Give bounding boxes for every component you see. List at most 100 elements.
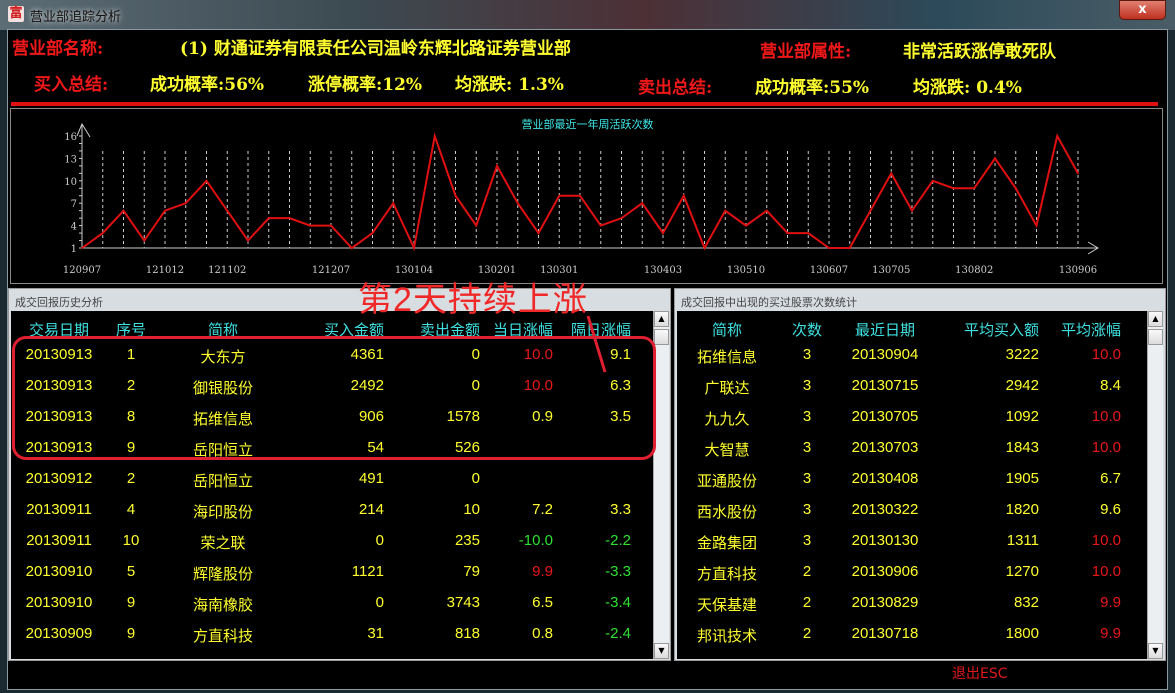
table-cell: 9.9: [532, 563, 553, 580]
column-header[interactable]: 最近日期: [855, 319, 915, 340]
branch-attr-label: 营业部属性:: [760, 42, 852, 62]
data-point: [164, 209, 166, 212]
data-point: [226, 209, 229, 212]
table-row[interactable]: 20130911 4 海印股份 214 10 7.2 3.3: [11, 495, 653, 525]
table-cell: 方直科技: [192, 628, 254, 645]
table-row[interactable]: 邦讯技术 2 20130718 1800 9.9: [677, 619, 1147, 649]
table-cell: 8.4: [1100, 377, 1121, 394]
table-cell: 818: [454, 625, 480, 642]
table-cell: 10.0: [1091, 532, 1121, 549]
table-cell: 0: [375, 532, 384, 549]
data-point: [81, 247, 83, 249]
table-row[interactable]: 亚通股份 3 20130408 1905 6.7: [677, 464, 1147, 494]
column-header[interactable]: 平均买入额: [964, 319, 1039, 340]
table-cell: 海印股份: [192, 504, 254, 521]
table-cell: 0: [471, 470, 480, 487]
table-cell: 辉隆股份: [192, 566, 254, 583]
app-logo-icon: 富: [8, 6, 24, 22]
data-point: [952, 187, 955, 190]
data-point: [101, 232, 104, 234]
stock-count-scrollbar[interactable]: ▲ ▼: [1147, 311, 1163, 659]
table-cell: 5: [126, 563, 136, 580]
data-point: [682, 194, 685, 197]
sell-summary-label: 卖出总结:: [638, 78, 713, 98]
scroll-thumb[interactable]: [654, 329, 669, 345]
table-cell: 天保基建: [696, 597, 758, 614]
data-point: [516, 202, 519, 204]
data-point: [1014, 187, 1017, 190]
window-title: 营业部追踪分析: [30, 10, 122, 25]
table-cell: 20130715: [851, 377, 919, 394]
x-tick-label: 121102: [208, 265, 246, 276]
table-cell: 20130408: [851, 470, 919, 487]
column-header[interactable]: 次数: [792, 319, 822, 340]
table-cell: 2: [802, 563, 812, 580]
data-point: [807, 232, 810, 234]
table-row[interactable]: 九九久 3 20130705 1092 10.0: [677, 402, 1147, 432]
table-cell: 1092: [1005, 408, 1039, 425]
table-cell: 9.9: [1100, 625, 1121, 642]
y-tick-label: 10: [64, 177, 77, 188]
data-point: [122, 209, 125, 212]
scroll-up-button[interactable]: ▲: [1148, 311, 1163, 327]
column-header[interactable]: 简称: [712, 319, 742, 340]
table-cell: 拓维信息: [696, 349, 758, 366]
scroll-thumb[interactable]: [1148, 329, 1163, 345]
table-cell: 0: [375, 594, 384, 611]
data-point: [143, 239, 146, 242]
history-panel-title: 成交回报历史分析: [15, 296, 103, 309]
table-row[interactable]: 大智慧 3 20130703 1843 10.0: [677, 433, 1147, 463]
table-cell: 1800: [1005, 625, 1039, 642]
table-cell: 214: [358, 501, 384, 518]
table-cell: 3.3: [610, 501, 631, 518]
data-point: [330, 224, 332, 227]
table-cell: 20130906: [851, 563, 919, 580]
table-row[interactable]: 天保基建 2 20130829 832 9.9: [677, 588, 1147, 618]
table-cell: 金路集团: [696, 535, 758, 552]
data-point: [247, 239, 249, 242]
x-tick-label: 130705: [872, 265, 910, 276]
table-cell: 20130911: [26, 501, 92, 518]
data-point: [558, 194, 561, 197]
table-row[interactable]: 西水股份 3 20130322 1820 9.6: [677, 495, 1147, 525]
data-point: [620, 217, 623, 219]
data-point: [828, 247, 830, 249]
table-row[interactable]: 20130910 5 辉隆股份 1121 79 9.9 -3.3: [11, 557, 653, 587]
exit-esc-button[interactable]: 退出ESC: [952, 663, 1008, 683]
table-cell: 3: [802, 439, 812, 456]
table-row[interactable]: 20130910 9 海南橡胶 0 3743 6.5 -3.4: [11, 588, 653, 618]
data-point: [454, 194, 457, 197]
table-cell: 832: [1013, 594, 1039, 611]
data-point: [869, 209, 872, 212]
close-button[interactable]: x: [1119, 0, 1166, 20]
table-cell: 20130912: [25, 470, 93, 487]
scroll-down-button[interactable]: ▼: [654, 643, 669, 659]
table-row[interactable]: 方直科技 2 20130906 1270 10.0: [677, 557, 1147, 587]
table-cell: -2.2: [605, 532, 631, 549]
scroll-up-button[interactable]: ▲: [654, 311, 669, 327]
scroll-down-button[interactable]: ▼: [1148, 643, 1163, 659]
table-row[interactable]: 20130912 2 岳阳恒立 491 0: [11, 464, 653, 494]
y-axis-arrow: [76, 122, 91, 138]
table-cell: 10: [122, 532, 140, 549]
data-point: [911, 209, 913, 212]
table-row[interactable]: 拓维信息 3 20130904 3222 10.0: [677, 340, 1147, 370]
column-header[interactable]: 平均涨幅: [1061, 319, 1121, 340]
data-point: [1035, 224, 1038, 227]
table-cell: 10: [463, 501, 480, 518]
table-cell: 10.0: [1091, 346, 1121, 363]
table-cell: 4: [126, 501, 136, 518]
table-cell: 方直科技: [696, 566, 758, 583]
x-tick-label: 121012: [146, 265, 184, 276]
table-row[interactable]: 20130911 10 荣之联 0 235 -10.0 -2.2: [11, 526, 653, 556]
table-row[interactable]: 金路集团 3 20130130 1311 10.0: [677, 526, 1147, 556]
data-point: [309, 224, 312, 227]
table-row[interactable]: 广联达 3 20130715 2942 8.4: [677, 371, 1147, 401]
header-divider: [11, 102, 1158, 106]
stock-count-panel-title: 成交回报中出现的买过股票次数统计: [681, 296, 857, 309]
table-row[interactable]: 20130909 9 方直科技 31 818 0.8 -2.4: [11, 619, 653, 649]
table-cell: 海南橡胶: [192, 597, 254, 614]
table-cell: 2: [802, 594, 812, 611]
x-tick-label: 120907: [63, 265, 101, 276]
table-cell: 3: [802, 408, 812, 425]
